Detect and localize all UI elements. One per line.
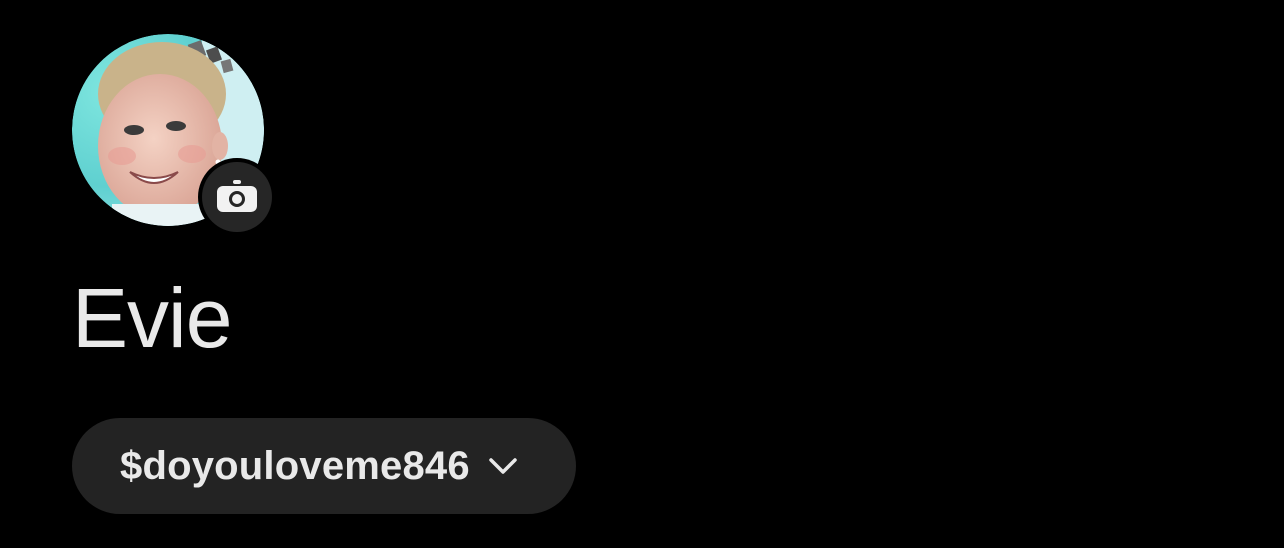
profile-header: Evie $doyouloveme846 (0, 0, 1284, 548)
display-name: Evie (72, 271, 232, 365)
camera-badge (202, 162, 272, 232)
avatar-container (72, 34, 276, 236)
cashtag-dropdown[interactable]: $doyouloveme846 (72, 418, 576, 514)
chevron-down-icon (488, 456, 518, 476)
change-photo-button[interactable] (198, 158, 276, 236)
camera-icon (217, 180, 257, 212)
cashtag-label: $doyouloveme846 (120, 443, 470, 488)
